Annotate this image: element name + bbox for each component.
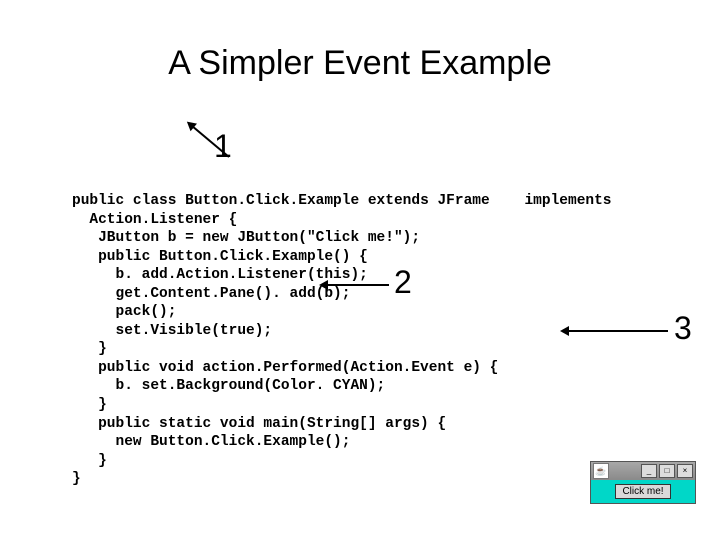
code-line: JButton b = new JButton("Click me!");	[72, 230, 420, 246]
java-icon: ☕	[593, 463, 609, 479]
code-line: new Button.Click.Example();	[72, 434, 350, 450]
code-line: pack();	[72, 304, 176, 320]
minimize-button[interactable]: _	[641, 464, 657, 478]
code-line: public static void main(String[] args) {	[72, 416, 446, 432]
maximize-button[interactable]: □	[659, 464, 675, 478]
code-line: }	[72, 471, 81, 487]
slide-title: A Simpler Event Example	[0, 44, 720, 83]
code-line: public class	[72, 193, 185, 209]
code-line: b. set.Background(Color. CYAN);	[72, 378, 385, 394]
window-body: Click me!	[591, 480, 695, 503]
code-line: public Button.Click.Example() {	[72, 249, 368, 265]
window-titlebar: ☕ _ □ ×	[591, 462, 695, 480]
code-line: extends JFrame implements	[359, 193, 611, 209]
code-line: }	[72, 397, 107, 413]
code-line: b. add.Action.Listener(this);	[72, 267, 368, 283]
annotation-3: 3	[674, 310, 692, 347]
code-line: }	[72, 341, 107, 357]
result-window: ☕ _ □ × Click me!	[590, 461, 696, 504]
close-button[interactable]: ×	[677, 464, 693, 478]
code-line: get.Content.Pane(). add(b);	[72, 286, 350, 302]
code-line: set.Visible(true);	[72, 323, 272, 339]
code-line: public void action.Performed(Action.Even…	[72, 360, 498, 376]
code-line: }	[72, 453, 107, 469]
window-controls: _ □ ×	[641, 464, 693, 478]
code-class-name: Button.Click.Example	[185, 193, 359, 209]
click-me-button[interactable]: Click me!	[615, 484, 670, 499]
code-line: Action.Listener {	[72, 212, 237, 228]
code-listing: public class Button.Click.Example extend…	[72, 192, 672, 489]
